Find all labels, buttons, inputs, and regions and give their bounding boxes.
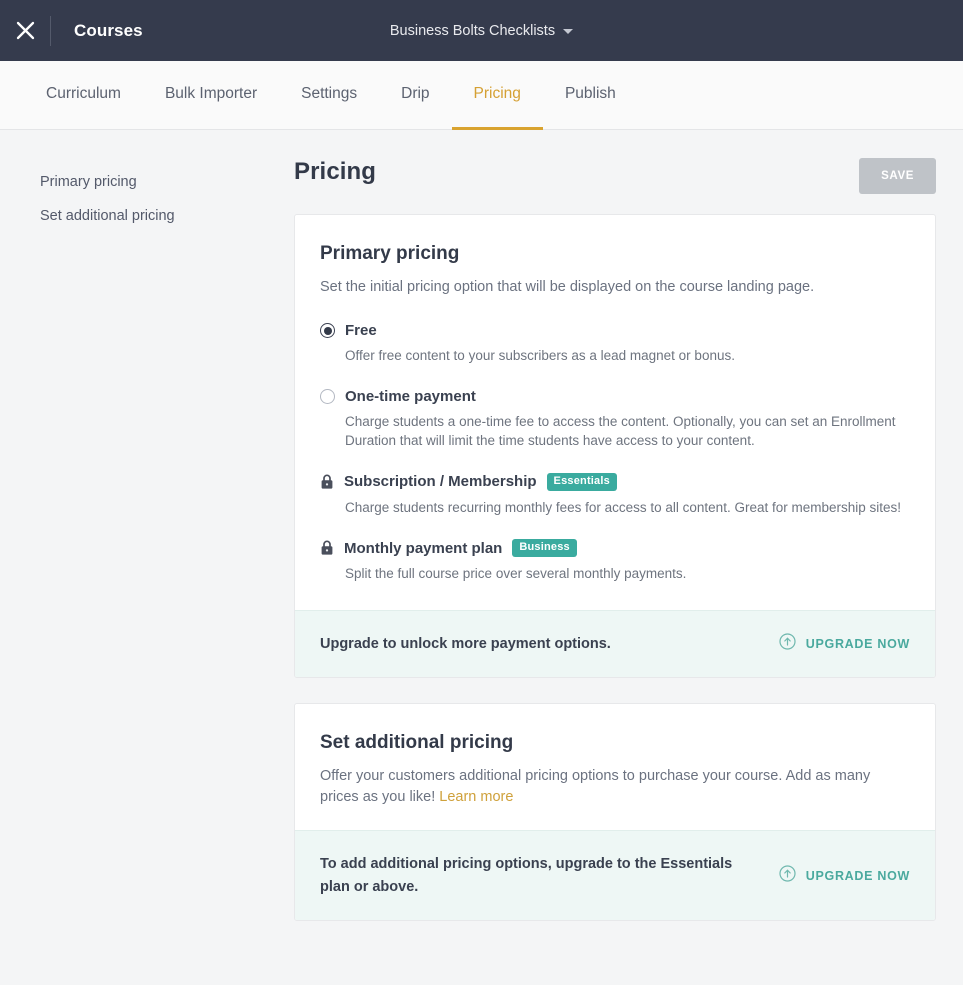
topbar-title: Courses (74, 20, 143, 40)
lock-icon (320, 474, 334, 490)
tab-curriculum[interactable]: Curriculum (24, 61, 143, 130)
pricing-option-free[interactable]: Free Offer free content to your subscrib… (320, 322, 910, 366)
primary-pricing-subtitle: Set the initial pricing option that will… (320, 279, 815, 295)
save-button[interactable]: SAVE (859, 158, 936, 194)
sidebar-item-primary-pricing[interactable]: Primary pricing (0, 165, 294, 199)
additional-pricing-card: Set additional pricing Offer your custom… (294, 703, 936, 922)
primary-pricing-upgrade-text: Upgrade to unlock more payment options. (320, 635, 611, 652)
topbar-divider (50, 15, 51, 46)
page-body: Primary pricing Set additional pricing P… (0, 130, 963, 985)
radio-free[interactable] (320, 323, 335, 339)
primary-pricing-upgrade-banner: Upgrade to unlock more payment options. … (295, 609, 935, 678)
additional-pricing-subtitle-text: Offer your customers additional pricing … (320, 768, 871, 806)
arrow-up-circle-icon (779, 865, 796, 887)
upgrade-now-button[interactable]: UPGRADE NOW (779, 865, 910, 887)
status-badge-essentials: Essentials (546, 472, 617, 491)
additional-pricing-upgrade-banner: To add additional pricing options, upgra… (295, 830, 935, 921)
radio-one-time-payment[interactable] (320, 388, 335, 404)
pricing-option-subscription-membership-head: Subscription / Membership Essentials (320, 472, 910, 491)
sidebar: Primary pricing Set additional pricing (0, 130, 294, 985)
pricing-option-subscription-membership-description: Charge students recurring monthly fees f… (345, 499, 901, 515)
pricing-options-list: Free Offer free content to your subscrib… (320, 322, 910, 584)
arrow-up-circle-icon (779, 633, 796, 655)
main-content: Pricing SAVE Primary pricing Set the ini… (294, 130, 963, 985)
pricing-option-free-label: Free (345, 322, 377, 340)
tab-pricing[interactable]: Pricing (451, 61, 543, 130)
close-icon (16, 21, 35, 40)
primary-pricing-title: Primary pricing (320, 243, 460, 264)
primary-pricing-body: Primary pricing Set the initial pricing … (295, 215, 935, 610)
additional-pricing-upgrade-text: To add additional pricing options, upgra… (320, 856, 733, 895)
additional-pricing-subtitle: Offer your customers additional pricing … (320, 766, 910, 808)
chevron-down-icon (563, 29, 574, 34)
tab-bar: Curriculum Bulk Importer Settings Drip P… (0, 61, 963, 130)
status-badge-business: Business (512, 539, 577, 558)
pricing-option-one-time-payment-label: One-time payment (345, 387, 476, 405)
pricing-option-one-time-payment-description: Charge students a one-time fee to access… (345, 413, 896, 449)
additional-pricing-body: Set additional pricing Offer your custom… (295, 704, 935, 830)
top-bar: Courses Business Bolts Checklists (0, 0, 963, 61)
learn-more-link[interactable]: Learn more (439, 789, 513, 805)
course-name: Business Bolts Checklists (389, 22, 556, 39)
tab-bulk-importer[interactable]: Bulk Importer (143, 61, 279, 130)
pricing-option-monthly-payment-plan-label: Monthly payment plan (344, 539, 503, 557)
course-switcher: Business Bolts Checklists (0, 0, 963, 61)
pricing-option-one-time-payment[interactable]: One-time payment Charge students a one-t… (320, 388, 910, 451)
upgrade-now-button[interactable]: UPGRADE NOW (779, 633, 910, 655)
primary-pricing-card: Primary pricing Set the initial pricing … (294, 214, 936, 679)
pricing-option-monthly-payment-plan-description: Split the full course price over several… (345, 566, 687, 582)
pricing-option-monthly-payment-plan[interactable]: Monthly payment plan Business Split the … (320, 539, 910, 584)
page-title: Pricing (294, 158, 377, 185)
pricing-option-subscription-membership[interactable]: Subscription / Membership Essentials Cha… (320, 472, 910, 518)
tab-publish[interactable]: Publish (543, 61, 638, 130)
pricing-option-free-head: Free (320, 322, 910, 339)
sidebar-item-set-additional-pricing[interactable]: Set additional pricing (0, 199, 294, 233)
pricing-option-monthly-payment-plan-head: Monthly payment plan Business (320, 539, 910, 558)
course-switcher-button[interactable]: Business Bolts Checklists (389, 22, 574, 39)
pricing-option-one-time-payment-head: One-time payment (320, 388, 910, 405)
close-button[interactable] (0, 0, 50, 61)
pricing-option-subscription-membership-label: Subscription / Membership (344, 473, 537, 491)
tab-settings[interactable]: Settings (279, 61, 379, 130)
pricing-option-free-description: Offer free content to your subscribers a… (345, 348, 735, 364)
tab-drip[interactable]: Drip (379, 61, 451, 130)
upgrade-now-label: UPGRADE NOW (805, 868, 910, 883)
lock-icon (320, 540, 334, 556)
additional-pricing-title: Set additional pricing (320, 732, 514, 754)
upgrade-now-label: UPGRADE NOW (805, 637, 910, 652)
main-header: Pricing SAVE (294, 130, 936, 214)
